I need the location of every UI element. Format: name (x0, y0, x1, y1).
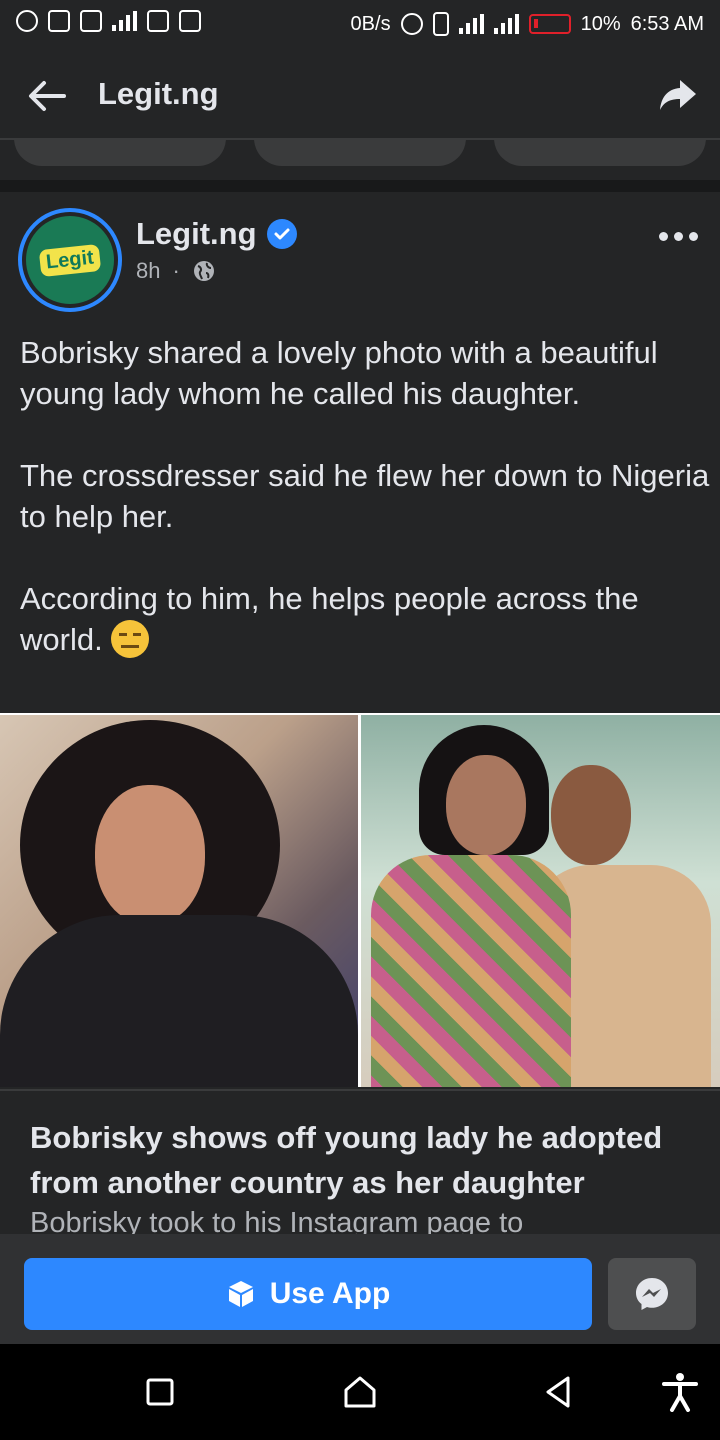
post-paragraph: Bobrisky shared a lovely photo with a be… (20, 335, 658, 411)
clock: 6:53 AM (630, 12, 704, 35)
photo-subject-face (446, 755, 526, 855)
messenger-button[interactable] (608, 1258, 696, 1330)
vibrate-icon (432, 12, 449, 36)
post-author-name[interactable]: Legit.ng (136, 216, 257, 252)
signal-icon-2 (493, 14, 519, 34)
data-saver-icon (400, 13, 423, 35)
download-notification-icon (179, 10, 201, 32)
avatar-logo: Legit (38, 243, 102, 277)
avatar-image: Legit (26, 216, 114, 304)
meta-separator: · (172, 258, 180, 283)
top-app-bar: Legit.ng (0, 50, 720, 140)
battery-level: 10% (580, 12, 621, 35)
photo-subject-face (95, 785, 205, 925)
status-indicators: 0B/s 10% 6:53 AM (351, 12, 704, 36)
back-icon[interactable] (538, 1372, 578, 1412)
recent-apps-icon[interactable] (140, 1372, 180, 1412)
photo-subject-body (371, 855, 571, 1087)
post-meta: 8h · (136, 258, 216, 284)
link-preview[interactable]: Bobrisky shows off young lady he adopted… (0, 1089, 720, 1234)
messenger-icon (636, 1278, 668, 1310)
cube-icon (228, 1281, 253, 1307)
signal-icon-1 (458, 14, 484, 34)
use-app-label: Use App (269, 1277, 391, 1310)
post-text: Bobrisky shared a lovely photo with a be… (20, 332, 710, 701)
globe-icon (193, 261, 214, 281)
section-divider (0, 180, 720, 192)
back-arrow-icon[interactable] (24, 74, 68, 118)
gallery-notification-icon (80, 10, 102, 32)
net-speed: 0B/s (350, 12, 391, 35)
action-pill[interactable] (254, 140, 466, 166)
link-description: Bobrisky took to his Instagram page to (30, 1207, 524, 1234)
sim-signal-icon (112, 11, 137, 31)
photo-subject-body (0, 915, 358, 1087)
post-photo[interactable] (0, 715, 358, 1087)
post-paragraph: The crossdresser said he flew her down t… (20, 458, 710, 534)
share-icon[interactable] (658, 74, 698, 114)
post-author[interactable]: Legit.ng (136, 216, 297, 252)
bottom-app-bar: Use App (0, 1234, 720, 1344)
post-time[interactable]: 8h (136, 258, 160, 284)
post-card: Legit Legit.ng 8h · Bobrisky shared a lo… (0, 192, 720, 1234)
action-pills-row (0, 140, 720, 180)
expressionless-emoji-icon (111, 620, 150, 658)
home-icon[interactable] (340, 1372, 380, 1412)
post-photos[interactable] (0, 713, 720, 1087)
action-pill[interactable] (494, 140, 706, 166)
photo-subject-face (551, 765, 631, 865)
accessibility-icon[interactable] (660, 1372, 700, 1412)
system-nav-bar (0, 1344, 720, 1440)
messenger-notification-icon (16, 10, 38, 32)
action-pill[interactable] (14, 140, 226, 166)
battery-icon (528, 14, 571, 34)
link-title[interactable]: Bobrisky shows off young lady he adopted… (30, 1115, 690, 1205)
verified-icon (266, 219, 297, 249)
status-bar: 0B/s 10% 6:53 AM (0, 0, 720, 50)
notification-icons (16, 10, 201, 32)
app-notification-icon (147, 10, 169, 32)
post-paragraph-last: According to him, he helps people across… (20, 578, 710, 660)
use-app-button[interactable]: Use App (24, 1258, 592, 1330)
post-photo[interactable] (361, 715, 720, 1087)
page-title: Legit.ng (98, 76, 219, 111)
more-icon[interactable] (659, 232, 698, 241)
shield-notification-icon (48, 10, 70, 32)
avatar[interactable]: Legit (18, 208, 122, 312)
